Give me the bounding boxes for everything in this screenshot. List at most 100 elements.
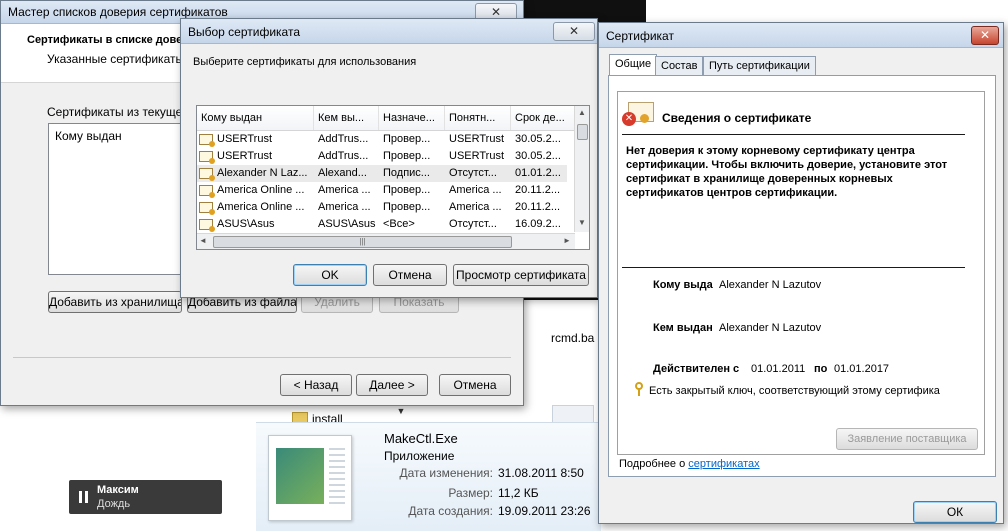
wizard-divider: [13, 357, 511, 358]
valid-to-label: по: [814, 363, 828, 375]
wizard-heading: Сертификаты в списке довери: [27, 34, 196, 46]
table-cell: Провер...: [383, 201, 431, 213]
issued-by-value: Alexander N Lazutov: [719, 322, 822, 334]
created-label: Дата создания:: [408, 504, 493, 518]
tab-cert-path[interactable]: Путь сертификации: [703, 56, 816, 75]
next-button[interactable]: Далее >: [356, 374, 428, 396]
wizard-cancel-button[interactable]: Отмена: [439, 374, 511, 396]
table-cell: America ...: [449, 201, 502, 213]
table-cell: Провер...: [383, 150, 431, 162]
cert-titlebar[interactable]: Сертификат ✕: [599, 23, 1003, 48]
table-cell: 30.05.2...: [515, 150, 561, 162]
valid-from-value: 01.01.2011: [751, 363, 806, 375]
select-dialog-close-button[interactable]: ✕: [553, 22, 595, 41]
table-cell: America ...: [449, 184, 502, 196]
scroll-down-arrow-v[interactable]: ▼: [575, 218, 589, 227]
cert-warning-text: Нет доверия к этому корневому сертификат…: [626, 145, 948, 199]
scroll-up-arrow[interactable]: ▲: [575, 108, 589, 117]
certificate-table[interactable]: Кому выдан Кем вы... Назначе... Понятн..…: [196, 105, 590, 250]
column-issued-by[interactable]: Кем вы...: [314, 106, 379, 130]
vertical-scroll-thumb[interactable]: [577, 124, 588, 140]
cert-info-divider-bottom: [622, 267, 965, 268]
media-player-widget[interactable]: Максим Дождь: [69, 480, 222, 514]
file-type: Приложение: [384, 449, 455, 463]
wizard-cert-list[interactable]: Кому выдан: [48, 123, 190, 275]
thumbnail-lines: [329, 448, 345, 504]
rcmd-file-label[interactable]: rcmd.ba: [551, 331, 594, 345]
private-key-note: Есть закрытый ключ, соответствующий этом…: [649, 385, 940, 397]
table-cell: America Online ...: [217, 184, 305, 196]
cert-error-badge: ✕: [622, 112, 636, 126]
wizard-list-column-header[interactable]: Кому выдан: [55, 129, 122, 143]
certificate-icon: [199, 168, 215, 181]
issued-by-label: Кем выдан: [653, 322, 713, 334]
details-pane: MakeCtl.Exe Приложение Дата изменения: 3…: [256, 422, 601, 531]
table-header: Кому выдан Кем вы... Назначе... Понятн..…: [197, 106, 575, 131]
certificate-window: Сертификат ✕ Общие Состав Путь сертифика…: [598, 22, 1004, 524]
table-cell: 01.01.2...: [515, 167, 561, 179]
column-purpose[interactable]: Назначе...: [379, 106, 445, 130]
scroll-down-arrow[interactable]: ▼: [394, 404, 408, 418]
table-body: USERTrust AddTrus... Провер... USERTrust 30.…: [197, 131, 575, 233]
table-cell: AddTrus...: [318, 150, 369, 162]
certificate-icon: [199, 134, 215, 147]
select-dialog-title: Выбор сертификата: [188, 25, 301, 39]
certificate-icon: [199, 202, 215, 215]
more-info-line: Подробнее о сертификатах: [619, 458, 760, 470]
table-cell: ASUS\Asus: [318, 218, 376, 230]
more-info-prefix: Подробнее о: [619, 458, 686, 470]
wizard-list-label: Сертификаты из текущег: [47, 105, 187, 119]
view-certificate-button[interactable]: Просмотр сертификата: [453, 264, 589, 286]
select-dialog-titlebar[interactable]: Выбор сертификата ✕: [181, 19, 597, 44]
select-ok-button[interactable]: OK: [293, 264, 367, 286]
table-row[interactable]: America Online ... America ... Провер... Am…: [197, 199, 567, 216]
table-row[interactable]: USERTrust AddTrus... Провер... USERTrust 30.…: [197, 131, 567, 148]
column-friendly-name[interactable]: Понятн...: [445, 106, 511, 130]
thumbnail-image: [276, 448, 324, 504]
column-expiration[interactable]: Срок де...: [511, 106, 575, 130]
file-name: MakeCtl.Exe: [384, 431, 458, 446]
cert-tabs: Общие Состав Путь сертификации: [609, 54, 989, 76]
back-button[interactable]: < Назад: [280, 374, 352, 396]
table-row[interactable]: ASUS\Asus ASUS\Asus <Все> Отсутст... 16.09.2…: [197, 216, 567, 233]
column-issued-to[interactable]: Кому выдан: [197, 106, 314, 130]
table-cell: Подпис...: [383, 167, 430, 179]
cert-ok-button[interactable]: ОК: [913, 501, 997, 523]
pause-bar-right: [85, 491, 88, 503]
pause-icon[interactable]: [79, 491, 89, 503]
select-cancel-button[interactable]: Отмена: [373, 264, 447, 286]
add-from-store-button[interactable]: Добавить из хранилища: [48, 291, 182, 313]
table-cell: America ...: [318, 184, 371, 196]
certificates-link[interactable]: сертификатах: [688, 458, 759, 470]
valid-to-value: 01.01.2017: [834, 363, 890, 375]
table-cell: Отсутст...: [449, 218, 497, 230]
table-cell: America ...: [318, 201, 371, 213]
horizontal-scrollbar[interactable]: ◄ ||| ►: [197, 233, 575, 249]
table-cell: Отсутст...: [449, 167, 497, 179]
cert-close-button[interactable]: ✕: [971, 26, 999, 45]
tab-details[interactable]: Состав: [655, 56, 704, 75]
select-certificate-dialog: Выбор сертификата ✕ Выберите сертификаты…: [180, 18, 598, 298]
table-cell: USERTrust: [449, 133, 505, 145]
table-cell: ASUS\Asus: [217, 218, 275, 230]
issued-to-label: Кому выда: [653, 279, 713, 291]
table-row[interactable]: Alexander N Laz... Alexand... Подпис... Отс…: [197, 165, 567, 182]
table-cell: Alexander N Laz...: [217, 167, 308, 179]
issuer-statement-button[interactable]: Заявление поставщика: [836, 428, 978, 450]
wizard-subheading: Указанные сертификаты: [47, 52, 185, 66]
key-icon: [635, 382, 644, 396]
tab-general[interactable]: Общие: [609, 54, 658, 75]
vertical-scrollbar[interactable]: ▲ ▼: [574, 106, 589, 232]
scroll-left-arrow[interactable]: ◄: [199, 236, 207, 245]
horizontal-scroll-thumb[interactable]: |||: [213, 236, 512, 248]
certificate-icon: [199, 219, 215, 232]
issued-to-value: Alexander N Lazutov: [719, 279, 822, 291]
table-cell: 16.09.2...: [515, 218, 561, 230]
size-value: 11,2 КБ: [498, 486, 539, 500]
table-cell: 30.05.2...: [515, 133, 561, 145]
scroll-right-arrow[interactable]: ►: [563, 236, 571, 245]
table-row[interactable]: America Online ... America ... Провер... Am…: [197, 182, 567, 199]
cert-info-divider-top: [622, 134, 965, 135]
table-row[interactable]: USERTrust AddTrus... Провер... USERTrust 30.…: [197, 148, 567, 165]
table-cell: Провер...: [383, 133, 431, 145]
